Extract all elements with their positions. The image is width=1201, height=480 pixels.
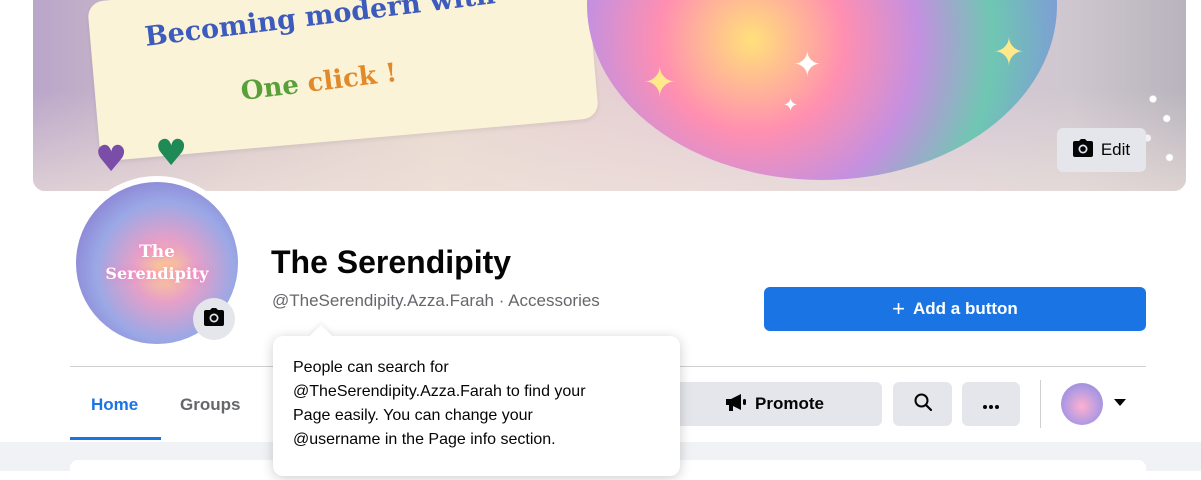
edit-cover-button[interactable]: Edit [1057,128,1146,172]
avatar-text-line2: Serendipity [105,264,209,283]
add-button-label: Add a button [913,299,1018,318]
more-options-button[interactable] [962,382,1020,426]
tooltip-line: People can search for [293,359,449,376]
cover-photo: ✦ ✦ ✦ ✦ ♥ ♥ Becoming modern with One cli… [33,0,1186,191]
tooltip-line: @TheSerendipity.Azza.Farah to find your [293,383,586,400]
camera-icon [1072,138,1093,162]
sparkle-icon: ✦ [793,45,822,85]
megaphone-icon [725,393,747,416]
update-avatar-button[interactable] [193,298,235,340]
camera-icon [204,307,224,331]
sparkle-icon: ✦ [783,95,799,116]
promote-button[interactable]: Promote [667,382,882,426]
page-username-category: @TheSerendipity.Azza.Farah · Accessories [272,291,600,310]
tooltip-line: @username in the Page info section. [293,431,556,448]
avatar-text-line1: The [139,242,175,262]
chevron-down-icon[interactable] [1114,399,1126,406]
edit-label: Edit [1100,140,1131,159]
green-heart-icon: ♥ [155,133,188,174]
tooltip-arrow [309,324,333,348]
profile-switch-avatar[interactable] [1061,383,1103,425]
add-a-button[interactable]: + Add a button [764,287,1146,331]
avatar-logo-text: The Serendipity [105,241,208,285]
actions-separator [1040,380,1041,428]
more-dots-icon [983,394,999,414]
search-button[interactable] [893,382,952,426]
purple-heart-icon: ♥ [95,139,128,180]
page-title: The Serendipity [271,244,512,280]
active-tab-indicator [70,437,161,440]
tab-home[interactable]: Home [91,395,138,415]
tooltip-line: Page easily. You can change your [293,407,533,424]
sparkle-icon: ✦ [643,60,677,106]
promote-label: Promote [755,394,824,413]
username-tooltip: People can search for @TheSerendipity.Az… [273,324,680,476]
search-icon [914,393,932,416]
plus-icon: + [892,296,906,321]
tab-groups[interactable]: Groups [180,395,240,415]
sparkle-icon: ✦ [993,30,1025,74]
